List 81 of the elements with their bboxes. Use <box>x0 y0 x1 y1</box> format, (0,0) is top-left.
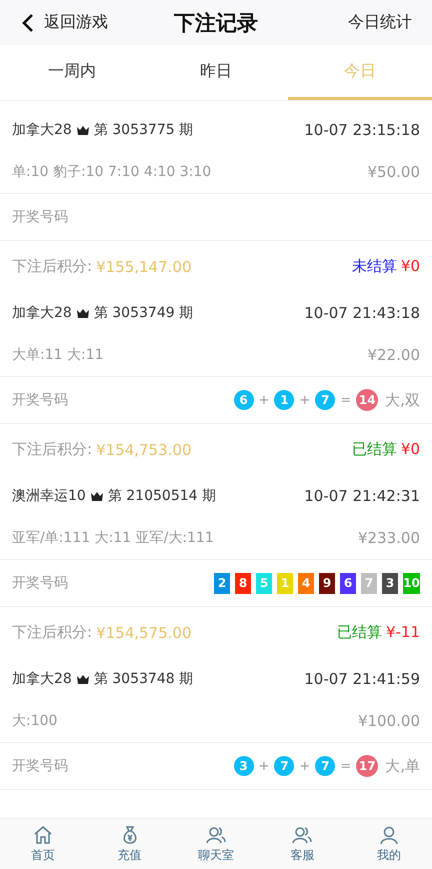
nav-item[interactable]: 充值 <box>86 819 173 869</box>
total-ball: 17 <box>356 755 378 777</box>
home-icon <box>33 824 54 844</box>
crown-icon <box>90 490 104 502</box>
draw-label: 开奖号码 <box>12 208 68 226</box>
game-name: 加拿大28 <box>12 670 72 688</box>
game-name: 加拿大28 <box>12 304 72 322</box>
game-name: 澳洲幸运10 <box>12 487 86 505</box>
tab[interactable]: 昨日 <box>144 45 288 100</box>
equals-sign: = <box>340 758 352 774</box>
today-stats-link[interactable]: 今日统计 <box>348 12 412 33</box>
plus-sign: + <box>299 392 310 408</box>
bet-time: 10-07 23:15:18 <box>304 121 420 139</box>
number-tile: 3 <box>382 572 398 594</box>
issue-number: 第 3053748 期 <box>94 670 194 688</box>
person-icon <box>378 824 399 844</box>
balance-value: ¥154,575.00 <box>96 624 192 642</box>
draw-label: 开奖号码 <box>12 574 68 592</box>
number-tile: 6 <box>340 572 356 594</box>
bet-amount: ¥22.00 <box>368 346 420 364</box>
nav-item[interactable]: 客服 <box>259 819 346 869</box>
number-tile: 5 <box>256 572 272 594</box>
number-tile: 2 <box>214 572 230 594</box>
number-ball: 3 <box>234 756 254 776</box>
draw-label: 开奖号码 <box>12 757 68 775</box>
balance-label: 下注后积分: <box>12 623 92 642</box>
crown-icon <box>76 308 90 318</box>
number-tile: 1 <box>277 572 293 594</box>
bet-amount: ¥50.00 <box>368 163 420 181</box>
plus-sign: + <box>299 758 310 774</box>
total-ball: 14 <box>356 389 378 411</box>
plus-sign: + <box>258 758 270 774</box>
issue-number: 第 21050514 期 <box>108 487 216 505</box>
plus-sign: + <box>258 392 270 408</box>
game-name: 加拿大28 <box>12 121 72 139</box>
bet-time: 10-07 21:43:18 <box>304 304 420 322</box>
nav-item[interactable]: 聊天室 <box>172 819 260 869</box>
settlement-status: 未结算 <box>352 257 397 276</box>
balance-label: 下注后积分: <box>12 440 92 459</box>
payout-amount: ¥0 <box>400 257 420 276</box>
balance-label: 下注后积分: <box>12 257 92 276</box>
balance-value: ¥155,147.00 <box>96 258 192 276</box>
back-button[interactable]: 返回游戏 <box>22 12 108 33</box>
page-title: 下注记录 <box>174 10 258 34</box>
crown-icon <box>76 124 90 136</box>
people-icon <box>206 824 226 844</box>
nav-item[interactable]: 首页 <box>0 819 86 869</box>
bet-time: 10-07 21:41:59 <box>304 670 420 688</box>
bet-amount: ¥233.00 <box>358 529 420 547</box>
payout-amount: ¥0 <box>400 440 420 459</box>
draw-result: 大,双 <box>385 390 420 410</box>
bet-content: 亚军/单:111 大:11 亚军/大:111 <box>12 529 214 547</box>
bet-content: 单:10 豹子:10 7:10 4:10 3:10 <box>12 163 212 181</box>
bet-amount: ¥100.00 <box>358 712 420 730</box>
bet-time: 10-07 21:42:31 <box>304 487 420 505</box>
number-ball: 6 <box>234 390 254 410</box>
number-tile: 9 <box>319 572 335 594</box>
number-ball: 7 <box>315 756 336 776</box>
issue-number: 第 3053775 期 <box>94 121 194 139</box>
number-tile: 4 <box>298 572 314 594</box>
nav-item[interactable]: 我的 <box>346 819 432 869</box>
number-tile: 8 <box>235 572 251 594</box>
tab[interactable]: 一周内 <box>0 45 144 100</box>
balance-value: ¥154,753.00 <box>96 440 192 458</box>
issue-number: 第 3053749 期 <box>94 304 194 322</box>
number-tile: 7 <box>361 572 377 594</box>
number-ball: 1 <box>274 390 294 410</box>
crown-icon <box>76 674 90 684</box>
number-ball: 7 <box>274 756 294 776</box>
back-icon <box>22 12 34 32</box>
equals-sign: = <box>340 392 352 408</box>
bet-content: 大:100 <box>12 712 58 730</box>
draw-label: 开奖号码 <box>12 391 68 409</box>
draw-result: 大,单 <box>385 756 420 776</box>
bet-content: 大单:11 大:11 <box>12 346 104 364</box>
people-icon <box>292 824 312 844</box>
number-ball: 7 <box>315 390 336 410</box>
settlement-status: 已结算 <box>336 623 382 642</box>
number-tile: 10 <box>403 572 420 594</box>
settlement-status: 已结算 <box>352 440 397 459</box>
payout-amount: ¥-11 <box>386 623 420 642</box>
